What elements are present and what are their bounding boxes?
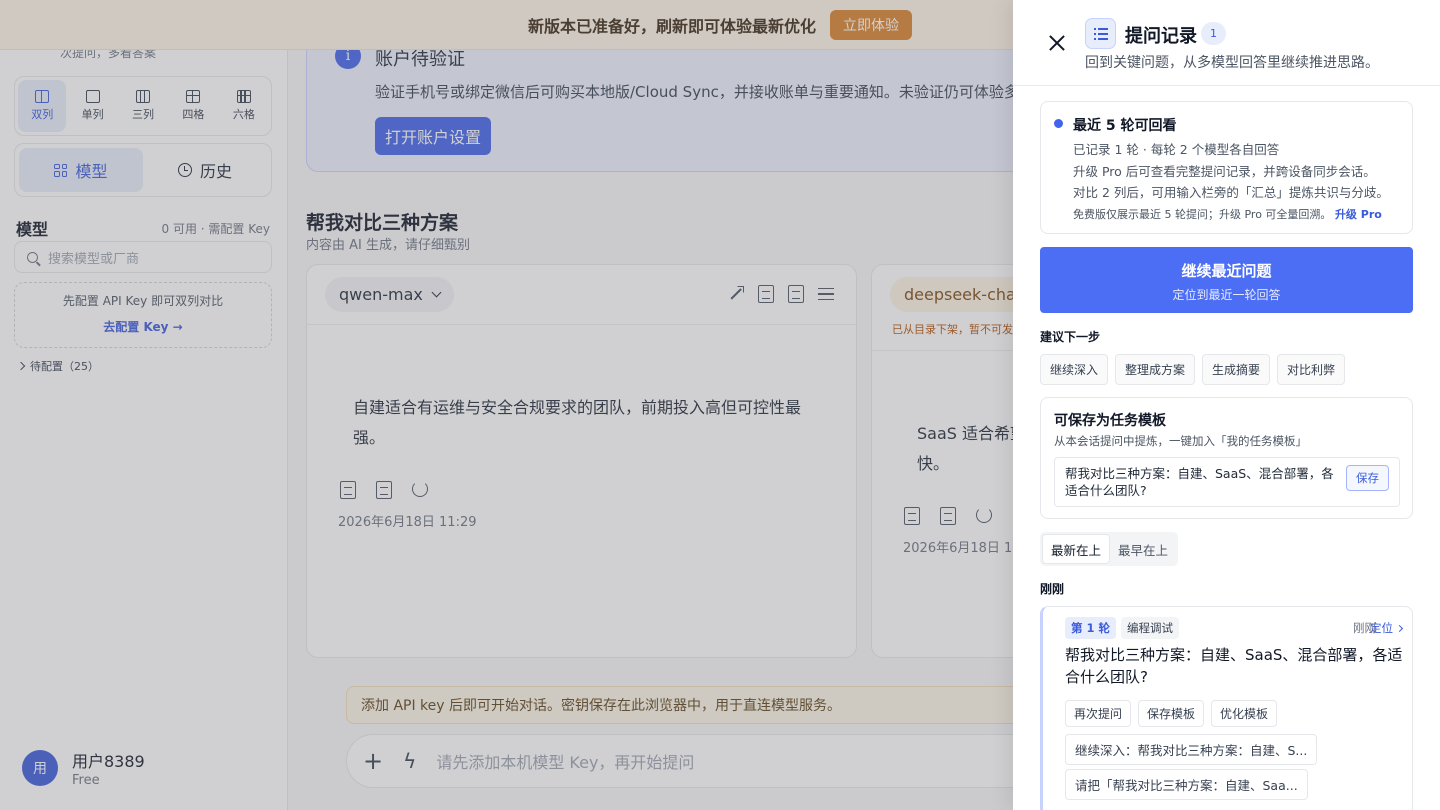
- chip-make-plan[interactable]: 整理成方案: [1115, 354, 1196, 385]
- optimize-template-action[interactable]: 优化模板: [1211, 700, 1278, 727]
- locate-label: 定位: [1370, 621, 1393, 635]
- sort-newest[interactable]: 最新在上: [1042, 534, 1111, 564]
- followup-suggestion[interactable]: 继续深入：帮我对比三种方案：自建、S...: [1065, 734, 1318, 765]
- sort-oldest[interactable]: 最早在上: [1110, 534, 1176, 564]
- upgrade-pro-link[interactable]: 升级 Pro: [1335, 208, 1382, 221]
- template-preview: 帮我对比三种方案：自建、SaaS、混合部署，各适合什么团队? 保存: [1054, 457, 1400, 507]
- recent-footer: 免费版仅展示最近 5 轮提问；升级 Pro 可全量回溯。 升级 Pro: [1073, 206, 1382, 222]
- recent-line: 升级 Pro 后可查看完整提问记录，并跨设备同步会话。: [1073, 164, 1376, 179]
- save-template-button[interactable]: 保存: [1346, 465, 1389, 491]
- question-history-drawer: 提问记录 1 回到关键问题，从多模型回答里继续推进思路。 最近 5 轮可回看 已…: [1013, 0, 1440, 810]
- followup-suggestion[interactable]: 请把「帮我对比三种方案：自建、Saa...: [1065, 769, 1308, 800]
- count-badge: 1: [1201, 22, 1226, 45]
- recent-rounds-card: 最近 5 轮可回看 已记录 1 轮 · 每轮 2 个模型各自回答 升级 Pro …: [1040, 101, 1413, 234]
- next-steps-label: 建议下一步: [1040, 330, 1101, 344]
- chevron-right-icon: [1395, 624, 1404, 632]
- template-text: 帮我对比三种方案：自建、SaaS、混合部署，各适合什么团队?: [1065, 466, 1334, 498]
- drawer-subtitle: 回到关键问题，从多模型回答里继续推进思路。: [1085, 55, 1379, 71]
- history-entry[interactable]: 第 1 轮 编程调试 刚刚 定位 帮我对比三种方案：自建、SaaS、混合部署，各…: [1040, 606, 1413, 810]
- save-template-action[interactable]: 保存模板: [1138, 700, 1205, 727]
- locate-link[interactable]: 定位: [1370, 620, 1404, 636]
- continue-subtitle: 定位到最近一轮回答: [1172, 288, 1281, 302]
- round-badge: 第 1 轮: [1065, 617, 1117, 639]
- category-tag: 编程调试: [1121, 617, 1179, 639]
- template-subtitle: 从本会话提问中提炼，一键加入「我的任务模板」: [1054, 434, 1307, 448]
- close-icon[interactable]: [1048, 34, 1066, 52]
- recent-line: 对比 2 列后，可用输入栏旁的「汇总」提炼共识与分歧。: [1073, 185, 1389, 200]
- ask-again-button[interactable]: 再次提问: [1065, 700, 1132, 727]
- save-template-card: 可保存为任务模板 从本会话提问中提炼，一键加入「我的任务模板」 帮我对比三种方案…: [1040, 397, 1413, 519]
- continue-title: 继续最近问题: [1181, 262, 1272, 280]
- chip-go-deeper[interactable]: 继续深入: [1040, 354, 1109, 385]
- status-dot: [1054, 119, 1063, 128]
- recent-line: 已记录 1 轮 · 每轮 2 个模型各自回答: [1073, 142, 1280, 157]
- template-title: 可保存为任务模板: [1054, 413, 1166, 429]
- chip-summary[interactable]: 生成摘要: [1202, 354, 1271, 385]
- modal-overlay[interactable]: [0, 0, 1013, 810]
- drawer-title: 提问记录: [1125, 26, 1197, 47]
- next-steps-chips: 继续深入 整理成方案 生成摘要 对比利弊: [1040, 354, 1346, 385]
- group-label: 刚刚: [1040, 582, 1065, 596]
- sort-toggle: 最新在上 最早在上: [1040, 532, 1179, 566]
- entry-actions: 再次提问 保存模板 优化模板: [1065, 700, 1278, 727]
- recent-title: 最近 5 轮可回看: [1073, 118, 1177, 134]
- entry-question: 帮我对比三种方案：自建、SaaS、混合部署，各适合什么团队?: [1065, 646, 1403, 686]
- list-icon: [1085, 18, 1116, 49]
- recent-footer-text: 免费版仅展示最近 5 轮提问；升级 Pro 可全量回溯。: [1073, 208, 1332, 221]
- continue-recent-button[interactable]: 继续最近问题 定位到最近一轮回答: [1040, 247, 1413, 313]
- chip-pros-cons[interactable]: 对比利弊: [1277, 354, 1346, 385]
